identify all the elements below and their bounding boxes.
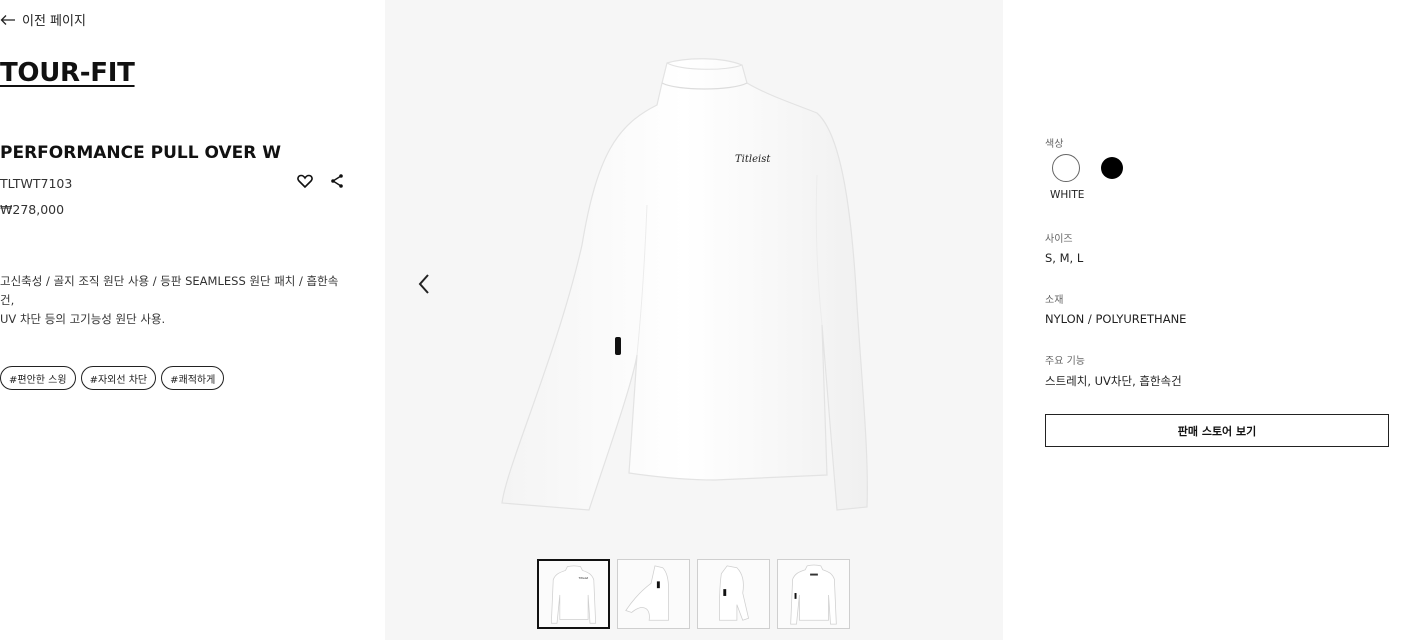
size-label: 사이즈	[1045, 234, 1073, 245]
description-line: 고신축성 / 골지 조직 원단 사용 / 등판 SEAMLESS 원단 패치 /…	[0, 274, 339, 307]
tag-comfortable-swing[interactable]: #편안한 스윙	[0, 366, 76, 390]
tag-refreshing[interactable]: #쾌적하게	[161, 366, 225, 390]
svg-text:Titleist: Titleist	[578, 576, 589, 580]
product-name: PERFORMANCE PULL OVER W	[0, 143, 281, 163]
thumbnail-strip: Titleist	[537, 559, 850, 629]
features-label: 주요 기능	[1045, 356, 1085, 367]
selected-color-name: WHITE	[1050, 189, 1085, 201]
swatch-white[interactable]	[1052, 154, 1080, 182]
product-main-image: Titleist	[497, 55, 887, 515]
color-label: 색상	[1045, 139, 1064, 150]
product-sku: TLTWT7103	[0, 176, 73, 191]
product-description: 고신축성 / 골지 조직 원단 사용 / 등판 SEAMLESS 원단 패치 /…	[0, 272, 340, 329]
brand-logo-text: Titleist	[735, 154, 771, 165]
features-value: 스트레치, UV차단, 흡한속건	[1045, 374, 1182, 388]
material-info: 소재 NYLON / POLYURETHANE	[1045, 291, 1186, 326]
material-value: NYLON / POLYURETHANE	[1045, 312, 1187, 326]
description-line: UV 차단 등의 고기능성 원단 사용.	[0, 312, 166, 326]
back-link[interactable]: 이전 페이지	[0, 10, 86, 29]
product-gallery: Titleist Titleist	[385, 0, 1003, 640]
product-actions	[297, 173, 345, 189]
share-icon[interactable]	[329, 173, 345, 189]
collection-title[interactable]: TOUR-FIT	[0, 58, 135, 88]
thumbnail-side-alt[interactable]	[697, 559, 770, 629]
thumbnail-back[interactable]	[777, 559, 850, 629]
color-swatches	[1052, 154, 1123, 182]
product-price: ₩278,000	[0, 202, 65, 217]
arrow-left-icon	[0, 14, 15, 25]
size-info: 사이즈 S, M, L	[1045, 230, 1083, 265]
size-value: S, M, L	[1045, 251, 1084, 265]
tag-uv-block[interactable]: #자외선 차단	[80, 366, 157, 390]
thumbnail-side[interactable]	[617, 559, 690, 629]
material-label: 소재	[1045, 295, 1064, 306]
features-info: 주요 기능 스트레치, UV차단, 흡한속건	[1045, 352, 1182, 389]
tag-list: #편안한 스윙 #자외선 차단 #쾌적하게	[0, 366, 225, 390]
back-label: 이전 페이지	[22, 14, 86, 29]
view-store-button[interactable]: 판매 스토어 보기	[1045, 414, 1389, 447]
chevron-left-icon[interactable]	[413, 270, 435, 298]
thumbnail-front[interactable]: Titleist	[537, 559, 610, 629]
heart-icon[interactable]	[297, 173, 313, 189]
swatch-black[interactable]	[1101, 157, 1123, 179]
